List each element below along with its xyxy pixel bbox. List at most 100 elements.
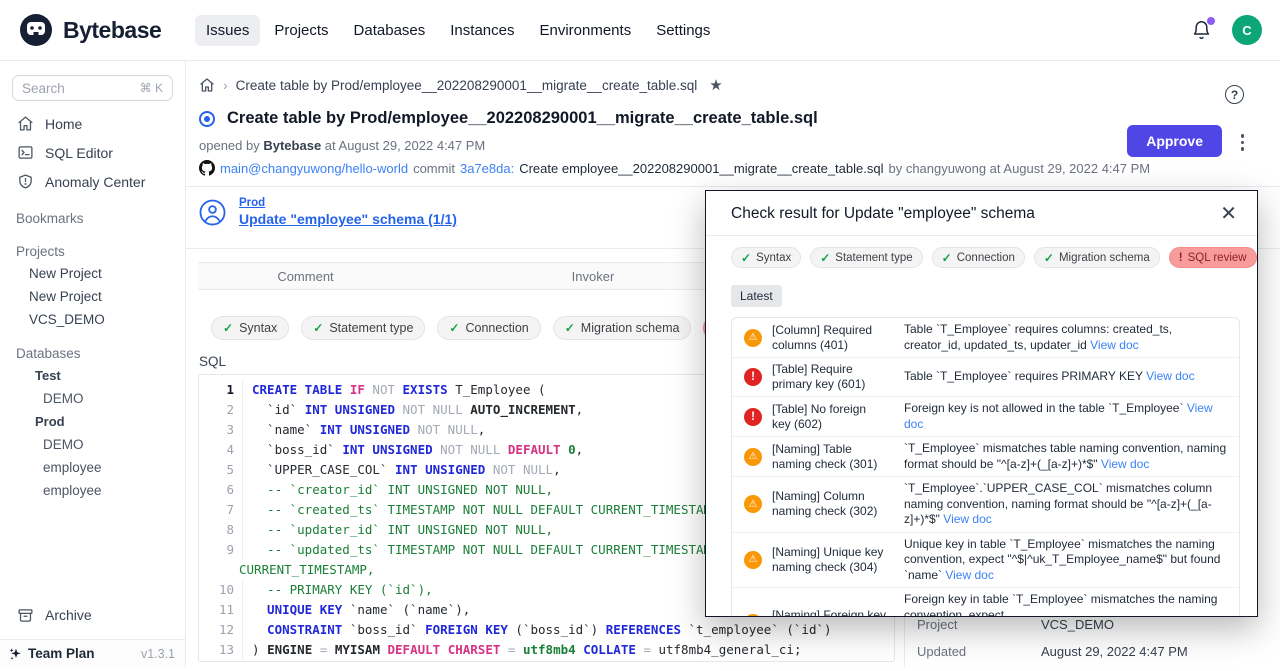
issue-open-icon (199, 111, 215, 127)
sidebar-item-home[interactable]: Home (0, 109, 185, 138)
sidebar-item-archive[interactable]: Archive (0, 600, 185, 630)
sidebar-sections: BookmarksProjectsNew ProjectNew ProjectV… (0, 207, 185, 502)
check-mark-icon: ✓ (942, 251, 952, 265)
sidebar-item-employee[interactable]: employee (0, 456, 185, 479)
rule-name: [Naming] Column naming check (302) (772, 489, 888, 519)
notification-dot (1207, 17, 1215, 25)
line-number: 13 (199, 640, 243, 660)
check-badge-syntax[interactable]: ✓Syntax (731, 247, 801, 268)
breadcrumb-title[interactable]: Create table by Prod/employee__202208290… (236, 78, 698, 93)
nav-item-settings[interactable]: Settings (645, 15, 721, 46)
stage-task-link[interactable]: Update "employee" schema (1/1) (239, 211, 457, 227)
commit-sha-link[interactable]: 3a7e8da: (460, 161, 514, 176)
modal-title: Check result for Update "employee" schem… (731, 205, 1035, 223)
check-badge-connection[interactable]: ✓Connection (437, 316, 540, 340)
nav-item-databases[interactable]: Databases (343, 15, 437, 46)
field-label: Project (917, 617, 1041, 632)
line-number: 7 (199, 500, 243, 520)
anomaly-center-icon (17, 173, 34, 190)
check-result-row: ⚠[Naming] Unique key naming check (304)U… (732, 533, 1239, 589)
home-icon (17, 115, 34, 132)
plan-label: Team Plan (28, 646, 95, 661)
commit-branch-link[interactable]: main@changyuwong/hello-world (220, 161, 408, 176)
issue-title: Create table by Prod/employee__202208290… (227, 109, 818, 128)
sidebar-item-employee[interactable]: employee (0, 479, 185, 502)
field-label: Updated (917, 644, 1041, 659)
rule-name: [Table] Require primary key (601) (772, 362, 888, 392)
view-doc-link[interactable]: View doc (945, 568, 993, 582)
rule-name: [Naming] Table naming check (301) (772, 442, 888, 472)
line-number: 2 (199, 400, 243, 420)
commit-line: main@changyuwong/hello-world commit 3a7e… (186, 153, 1280, 176)
sidebar-item-anomaly-center[interactable]: Anomaly Center (0, 167, 185, 196)
check-badge-migration-schema[interactable]: ✓Migration schema (1034, 247, 1160, 268)
help-icon[interactable]: ? (1225, 85, 1244, 104)
sql-code: -- `created_ts` TIMESTAMP NOT NULL DEFAU… (243, 500, 726, 520)
check-result-list: ⚠[Column] Required columns (401)Table `T… (731, 317, 1240, 617)
sql-code: CREATE TABLE IF NOT EXISTS T_Employee ( (243, 380, 546, 400)
close-icon[interactable]: ✕ (1220, 204, 1237, 224)
line-number: 1 (199, 380, 243, 400)
rule-description: Table `T_Employee` requires columns: cre… (904, 322, 1227, 353)
rule-description: Foreign key in table `T_Employee` mismat… (904, 592, 1227, 617)
bytebase-logo[interactable]: Bytebase (18, 12, 195, 48)
check-badge-statement-type[interactable]: ✓Statement type (301, 316, 425, 340)
section-label-projects: Projects (0, 240, 185, 262)
nav-item-projects[interactable]: Projects (263, 15, 339, 46)
check-badge-migration-schema[interactable]: ✓Migration schema (553, 316, 692, 340)
view-doc-link[interactable]: View doc (1146, 369, 1194, 383)
field-value: VCS_DEMO (1041, 617, 1114, 632)
line-number: 12 (199, 620, 243, 640)
check-result-row: ![Table] Require primary key (601)Table … (732, 358, 1239, 397)
check-mark-icon: ✓ (313, 321, 323, 335)
view-doc-link[interactable]: View doc (1090, 338, 1138, 352)
check-mark-icon: ✓ (1044, 251, 1054, 265)
view-doc-link[interactable]: View doc (904, 401, 1213, 431)
check-badge-connection[interactable]: ✓Connection (932, 247, 1025, 268)
search-input[interactable]: Search ⌘ K (12, 75, 173, 101)
bookmark-star-icon[interactable]: ★ (709, 76, 722, 94)
more-actions-icon[interactable] (1238, 131, 1248, 154)
check-mark-icon: ✓ (449, 321, 459, 335)
issue-opened-line: opened by Bytebase at August 29, 2022 4:… (186, 128, 1280, 153)
check-mark-icon: ✓ (820, 251, 830, 265)
avatar[interactable]: C (1232, 15, 1262, 45)
sidebar-item-new-project[interactable]: New Project (0, 285, 185, 308)
rule-name: [Column] Required columns (401) (772, 323, 888, 353)
error-icon: ! (744, 368, 762, 386)
approve-button[interactable]: Approve (1127, 125, 1222, 157)
github-icon (199, 160, 215, 176)
nav-item-instances[interactable]: Instances (439, 15, 525, 46)
sql-code: -- PRIMARY KEY (`id`), (243, 580, 433, 600)
field-project: ProjectVCS_DEMO (917, 617, 1272, 632)
notification-bell-icon[interactable] (1191, 20, 1212, 41)
error-mark-icon: ! (1179, 252, 1183, 264)
home-icon[interactable] (199, 77, 215, 93)
breadcrumb-separator: › (223, 77, 228, 93)
sidebar-item-prod[interactable]: Prod (0, 410, 185, 433)
sidebar-item-vcs-demo[interactable]: VCS_DEMO (0, 308, 185, 331)
check-badge-syntax[interactable]: ✓Syntax (211, 316, 289, 340)
top-navbar: Bytebase IssuesProjectsDatabasesInstance… (0, 0, 1280, 61)
sql-code: UNIQUE KEY `name` (`name`), (243, 600, 470, 620)
plan-badge[interactable]: Team Plan (8, 646, 95, 662)
nav-item-issues[interactable]: Issues (195, 15, 260, 46)
sidebar-nav: HomeSQL EditorAnomaly Center (0, 109, 185, 196)
line-number: 8 (199, 520, 243, 540)
sidebar-item-demo[interactable]: DEMO (0, 387, 185, 410)
stage-environment-link[interactable]: Prod (239, 197, 457, 209)
check-result-row: ⚠[Naming] Table naming check (301)`T_Emp… (732, 437, 1239, 477)
field-value: August 29, 2022 4:47 PM (1041, 644, 1188, 659)
sidebar: Search ⌘ K HomeSQL EditorAnomaly Center … (0, 61, 186, 667)
latest-button[interactable]: Latest (731, 285, 782, 307)
check-mark-icon: ✓ (741, 251, 751, 265)
check-badge-sql-review[interactable]: !SQL review (1169, 247, 1257, 268)
sidebar-item-new-project[interactable]: New Project (0, 262, 185, 285)
sidebar-item-test[interactable]: Test (0, 364, 185, 387)
view-doc-link[interactable]: View doc (1101, 457, 1149, 471)
check-badge-statement-type[interactable]: ✓Statement type (810, 247, 922, 268)
sidebar-item-sql-editor[interactable]: SQL Editor (0, 138, 185, 167)
sidebar-item-demo[interactable]: DEMO (0, 433, 185, 456)
nav-item-environments[interactable]: Environments (528, 15, 642, 46)
view-doc-link[interactable]: View doc (943, 512, 991, 526)
